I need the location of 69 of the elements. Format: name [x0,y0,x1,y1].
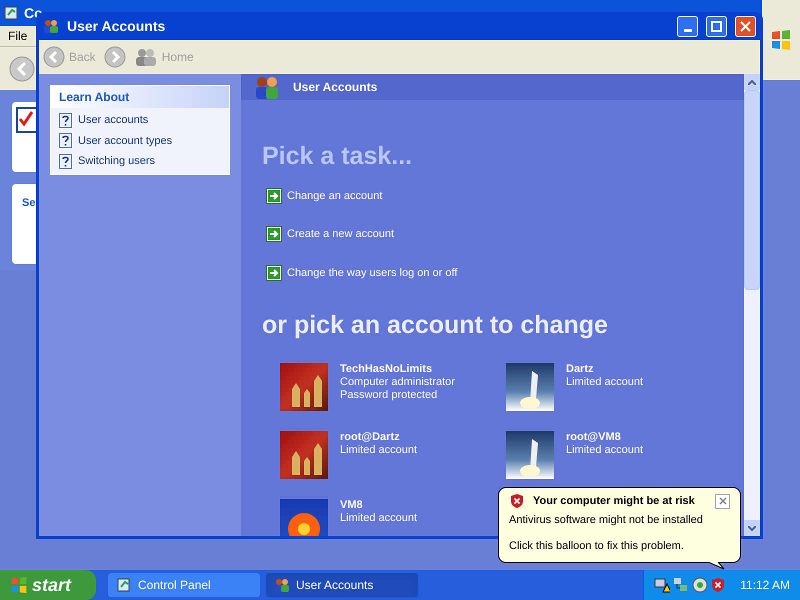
right-arrow-icon [266,264,282,281]
minimize-icon [684,28,692,32]
task-link[interactable]: Change an account [266,188,723,204]
help-icon [59,154,72,169]
account-name[interactable]: VM8 [340,498,418,512]
taskbar-button[interactable]: Control Panel [108,573,260,597]
space-shuttle-picture[interactable] [506,430,554,478]
users-icon [274,577,290,593]
right-arrow-icon [266,188,282,204]
network-icon[interactable] [673,577,690,593]
close-icon [718,497,726,506]
chess-pieces-picture[interactable] [280,430,328,478]
task-link[interactable]: Change the way users log on or off [266,264,723,281]
scroll-thumb[interactable] [744,90,760,290]
up-caret-icon [748,80,756,84]
scroll-up-button[interactable] [744,74,760,90]
minimize-button[interactable] [677,16,698,36]
help-link[interactable]: User account types [59,132,221,149]
account-name[interactable]: Dartz [566,362,644,376]
account-detail: Password protected [340,388,438,402]
windows-logo-icon [770,29,792,51]
close-icon [740,20,751,32]
panel-title: Se [22,197,36,209]
section-heading: or pick an account to change [262,310,609,341]
account-name[interactable]: root@VM8 [566,430,644,444]
account-detail: Limited account [340,512,418,524]
help-icon [59,133,72,148]
menu-item[interactable]: File [8,27,28,45]
account-detail: Limited account [566,444,644,456]
users-icon [43,18,59,34]
space-shuttle-picture[interactable] [506,362,554,410]
checklist-icon [15,106,39,134]
task-link[interactable]: Create a new account [266,226,723,242]
help-link[interactable]: User accounts [59,112,221,128]
help-icon [59,112,72,128]
panel-title: Learn About [51,86,229,108]
network-warning-icon[interactable] [654,577,670,593]
clock: 11:12 AM [740,577,790,594]
close-button[interactable] [715,494,730,509]
shield-icon[interactable] [711,577,726,593]
start-button[interactable]: start [0,570,96,600]
down-caret-icon [748,526,756,530]
balloon-tail [708,562,726,570]
control-panel-icon [116,577,132,593]
maximize-button[interactable] [706,16,727,36]
account-detail: Computer administrator [340,376,455,388]
window-icon [4,5,20,21]
window-title: User Accounts [67,16,166,36]
balloon-title: Your computer might be at risk [533,494,696,509]
account-name[interactable]: root@Dartz [340,430,418,444]
section-heading: Pick a task... [262,141,414,172]
users-icon [253,74,281,100]
users-icon [134,47,158,67]
scroll-down-button[interactable] [744,520,760,536]
notification-balloon[interactable]: Your computer might be at risk Antivirus software might not be installed Click this balloon to fix this problem. [498,487,741,563]
flower-picture[interactable] [280,498,328,536]
windows-logo-icon [10,576,28,594]
right-arrow-icon [266,226,282,242]
section-header: User Accounts [293,79,378,96]
account-name[interactable]: TechHasNoLimits [340,362,455,376]
maximize-icon [711,20,722,32]
shield-icon [509,493,525,510]
taskbar-button[interactable]: User Accounts [266,573,418,597]
account-detail: Limited account [566,376,644,388]
account-detail: Limited account [340,444,418,456]
help-link[interactable]: Switching users [59,153,221,170]
chess-pieces-picture[interactable] [280,362,328,410]
balloon-text: Click this balloon to fix this problem. [509,539,685,554]
balloon-text: Antivirus software might not be installed [509,512,704,528]
